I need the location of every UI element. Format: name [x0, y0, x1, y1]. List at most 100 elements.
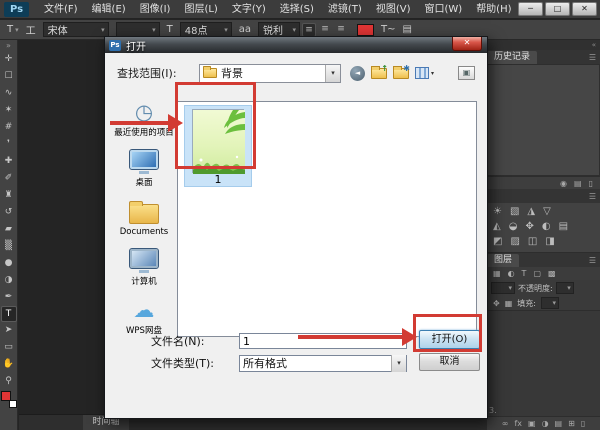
chevron-down-icon[interactable]: ▾ — [325, 65, 340, 82]
hand-tool[interactable]: ✋ — [1, 356, 17, 373]
adjustment-icon[interactable]: ◐ — [542, 221, 551, 233]
filter-shape-icon[interactable]: ▢ — [533, 269, 541, 278]
eyedropper-tool[interactable]: ❜ — [1, 136, 17, 153]
adjustment-icon[interactable]: ◩ — [493, 236, 502, 248]
move-tool[interactable]: ✛ — [1, 51, 17, 68]
quick-selection-tool[interactable]: ✶ — [1, 102, 17, 119]
panel-menu-icon[interactable]: ☰ — [589, 190, 600, 203]
foreground-color-swatch[interactable] — [1, 391, 11, 401]
align-left-icon[interactable]: ≡ — [302, 23, 316, 37]
up-one-level-icon[interactable]: ↑ — [371, 68, 387, 79]
lock-pixels-icon[interactable]: ▦ — [505, 299, 513, 308]
adjustment-layer-icon[interactable]: ◑ — [542, 419, 549, 428]
sidebar-item-wps-drive[interactable]: ☁ WPS网盘 — [113, 299, 175, 336]
menu-view[interactable]: 视图(V) — [369, 0, 418, 19]
collapse-panels-icon[interactable]: « — [487, 40, 600, 50]
view-menu-icon[interactable]: ▾ — [415, 67, 434, 79]
menu-window[interactable]: 窗口(W) — [417, 0, 469, 19]
cancel-button[interactable]: 取消 — [419, 353, 480, 371]
snapshot-icon[interactable]: ◉ — [560, 179, 567, 188]
menu-help[interactable]: 帮助(H) — [469, 0, 518, 19]
align-center-icon[interactable]: ≡ — [318, 23, 332, 37]
menu-type[interactable]: 文字(Y) — [225, 0, 273, 19]
adjustment-icon[interactable]: ◭ — [493, 221, 501, 233]
filter-kind-icon[interactable]: ▦ — [493, 269, 501, 278]
tab-layers[interactable]: 图层 — [487, 254, 519, 267]
anti-alias-select[interactable]: 锐利 ▾ — [258, 22, 300, 37]
font-size-select[interactable]: 48点 ▾ — [180, 22, 232, 37]
align-right-icon[interactable]: ≡ — [334, 23, 348, 37]
dialog-close-button[interactable]: ✕ — [452, 37, 482, 51]
panel-menu-icon[interactable]: ☰ — [589, 254, 600, 267]
delete-state-icon[interactable]: ▯ — [589, 179, 593, 188]
filter-image-icon[interactable]: ◐ — [508, 269, 515, 278]
file-type-select[interactable]: 所有格式 ▾ — [239, 355, 407, 372]
sidebar-item-computer[interactable]: 计算机 — [113, 249, 175, 287]
minimize-button[interactable]: ─ — [518, 2, 543, 16]
adjustment-icon[interactable]: ◨ — [545, 236, 554, 248]
blur-tool[interactable]: ● — [1, 255, 17, 272]
blend-mode-select[interactable]: ▾ — [491, 282, 515, 294]
collapse-toolbox-icon[interactable]: » — [6, 40, 11, 51]
font-style-select[interactable]: ▾ — [116, 22, 160, 37]
layer-effects-icon[interactable]: fx — [514, 419, 522, 428]
sidebar-item-documents[interactable]: Documents — [113, 200, 175, 237]
filter-type-icon[interactable]: T — [522, 269, 527, 278]
menu-layer[interactable]: 图层(L) — [177, 0, 224, 19]
chevron-down-icon[interactable]: ▾ — [391, 355, 406, 372]
adjustment-icon[interactable]: ✥ — [525, 221, 533, 233]
menu-select[interactable]: 选择(S) — [273, 0, 321, 19]
lasso-tool[interactable]: ∿ — [1, 85, 17, 102]
clone-stamp-tool[interactable]: ♜ — [1, 187, 17, 204]
panel-menu-icon[interactable]: ☰ — [589, 51, 600, 64]
close-button[interactable]: ✕ — [572, 2, 597, 16]
fill-select[interactable]: ▾ — [541, 297, 559, 309]
delete-layer-icon[interactable]: ▯ — [581, 419, 585, 428]
adjustment-icon[interactable]: ◮ — [527, 206, 535, 218]
gradient-tool[interactable]: ▒ — [1, 238, 17, 255]
filter-smart-object-icon[interactable]: ▩ — [548, 269, 556, 278]
new-folder-icon[interactable]: ✱ — [393, 68, 409, 79]
text-orientation-icon[interactable]: 工 — [26, 22, 36, 37]
menu-filter[interactable]: 滤镜(T) — [321, 0, 369, 19]
pen-tool[interactable]: ✒ — [1, 289, 17, 306]
type-tool[interactable]: T — [1, 306, 17, 322]
layer-mask-icon[interactable]: ▣ — [528, 419, 536, 428]
adjustment-icon[interactable]: ▧ — [510, 206, 519, 218]
warp-text-icon[interactable]: T~ — [381, 24, 396, 35]
menu-file[interactable]: 文件(F) — [37, 0, 85, 19]
adjustment-icon[interactable]: ▨ — [510, 236, 519, 248]
new-layer-icon[interactable]: ⊞ — [568, 419, 575, 428]
link-layers-icon[interactable]: ∞ — [502, 419, 509, 428]
preview-pane-icon[interactable]: ▣ — [458, 66, 475, 80]
type-tool-preset-icon[interactable]: T — [7, 24, 13, 35]
layer-group-icon[interactable]: ▤ — [555, 419, 563, 428]
back-icon[interactable]: ◄ — [350, 66, 365, 81]
preset-dropdown-icon[interactable]: ▾ — [15, 26, 19, 34]
crop-tool[interactable]: # — [1, 119, 17, 136]
eraser-tool[interactable]: ▰ — [1, 221, 17, 238]
text-color-swatch[interactable] — [357, 24, 374, 36]
opacity-select[interactable]: ▾ — [556, 282, 574, 294]
font-family-select[interactable]: 宋体 ▾ — [43, 22, 109, 37]
adjustment-icon[interactable]: ▽ — [543, 206, 551, 218]
new-document-from-state-icon[interactable]: ▤ — [574, 179, 582, 188]
rectangle-tool[interactable]: ▭ — [1, 339, 17, 356]
marquee-tool[interactable]: ☐ — [1, 68, 17, 85]
lock-position-icon[interactable]: ✥ — [493, 299, 500, 308]
adjustment-icon[interactable]: ◫ — [528, 236, 537, 248]
look-in-select[interactable]: 背景 ▾ — [199, 64, 341, 83]
path-selection-tool[interactable]: ➤ — [1, 322, 17, 339]
toggle-panels-icon[interactable]: ▤ — [403, 24, 412, 35]
sidebar-item-desktop[interactable]: 桌面 — [113, 150, 175, 188]
brush-tool[interactable]: ✐ — [1, 170, 17, 187]
background-color-swatch[interactable] — [9, 400, 17, 408]
sidebar-item-recent[interactable]: ◷ 最近使用的项目 — [113, 101, 175, 138]
adjustment-icon[interactable]: ◒ — [509, 221, 518, 233]
history-brush-tool[interactable]: ↺ — [1, 204, 17, 221]
adjustment-icon[interactable]: ▤ — [559, 221, 568, 233]
menu-edit[interactable]: 编辑(E) — [85, 0, 133, 19]
dodge-tool[interactable]: ◑ — [1, 272, 17, 289]
zoom-tool[interactable]: ⚲ — [1, 373, 17, 390]
maximize-button[interactable]: □ — [545, 2, 570, 16]
